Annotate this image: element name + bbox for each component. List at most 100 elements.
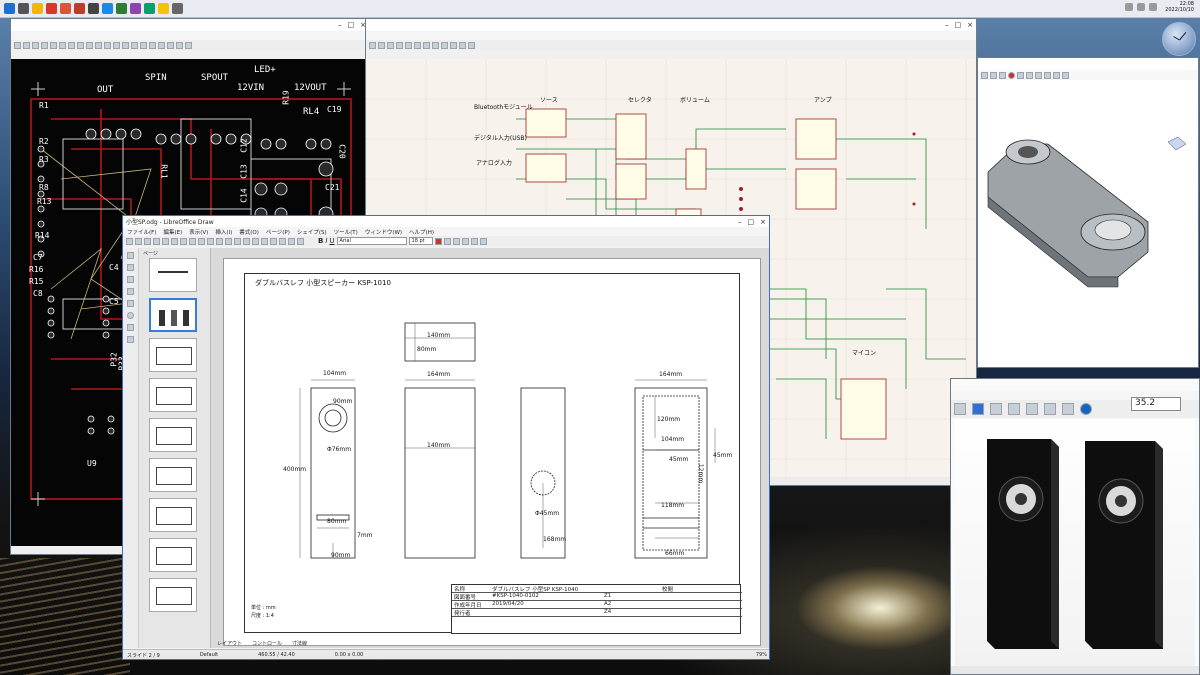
slide-thumbnail[interactable] (149, 578, 197, 612)
bold-icon[interactable]: B (318, 237, 323, 245)
tool-icon[interactable] (432, 41, 439, 49)
back-icon[interactable] (1062, 403, 1074, 415)
close-icon[interactable]: × (760, 218, 766, 226)
network-icon[interactable] (1125, 3, 1134, 11)
slide-thumbnail[interactable] (149, 458, 197, 492)
tool-icon[interactable] (131, 41, 138, 49)
info-icon[interactable] (1080, 403, 1092, 415)
explorer-icon[interactable] (32, 3, 43, 14)
tool-icon[interactable] (468, 41, 475, 49)
tool-icon[interactable] (23, 41, 30, 49)
tool-icon[interactable] (414, 41, 421, 49)
app-icon[interactable] (130, 3, 141, 14)
app-icon[interactable] (88, 3, 99, 14)
app-icon[interactable] (158, 3, 169, 14)
search-icon[interactable] (18, 3, 29, 14)
align-right-icon[interactable] (461, 237, 469, 245)
print-icon[interactable] (162, 237, 169, 245)
draw-titlebar[interactable]: 小型SP.odg - LibreOffice Draw – □ × (123, 216, 769, 227)
spacing-icon[interactable] (479, 237, 487, 245)
chart-icon[interactable] (288, 237, 295, 245)
export-icon[interactable] (153, 237, 160, 245)
tool-icon[interactable] (1044, 71, 1051, 79)
open-icon[interactable] (954, 403, 966, 415)
tool-icon[interactable] (999, 71, 1006, 79)
minimize-icon[interactable]: – (738, 218, 742, 226)
align-icon[interactable] (261, 237, 268, 245)
new-icon[interactable] (126, 237, 133, 245)
tool-icon[interactable] (149, 41, 156, 49)
paste-icon[interactable] (1044, 403, 1056, 415)
tool-icon[interactable] (450, 41, 457, 49)
app-icon[interactable] (74, 3, 85, 14)
maximize-icon[interactable]: □ (748, 218, 755, 226)
text-icon[interactable] (127, 276, 134, 283)
curve-icon[interactable] (127, 324, 134, 331)
tool-icon[interactable] (122, 41, 129, 49)
undo-icon[interactable] (198, 237, 205, 245)
pcb-titlebar[interactable]: – □ × (11, 19, 369, 31)
connector-icon[interactable] (127, 336, 134, 343)
grid-icon[interactable] (216, 237, 223, 245)
tool-icon[interactable] (1062, 71, 1069, 79)
tool-icon[interactable] (185, 41, 192, 49)
tool-icon[interactable] (369, 41, 376, 49)
cad-3d-model[interactable] (978, 82, 1199, 302)
line-icon[interactable] (243, 237, 250, 245)
cad-titlebar[interactable] (978, 58, 1198, 70)
slide-thumbnail[interactable] (149, 338, 197, 372)
maximize-icon[interactable]: □ (348, 21, 355, 29)
tool-icon[interactable] (423, 41, 430, 49)
menu-page[interactable]: ページ(P) (266, 228, 290, 236)
menu-insert[interactable]: 挿入(I) (215, 228, 232, 236)
tool-icon[interactable] (441, 41, 448, 49)
font-size-box[interactable]: 18 pt (408, 237, 433, 245)
delete-icon[interactable] (1008, 403, 1020, 415)
menu-view[interactable]: 表示(V) (189, 228, 208, 236)
open-icon[interactable] (135, 237, 142, 245)
tool-icon[interactable] (68, 41, 75, 49)
tool-icon[interactable] (378, 41, 385, 49)
italic-icon[interactable]: I (325, 237, 327, 245)
tool-icon[interactable] (1053, 71, 1060, 79)
close-icon[interactable]: × (967, 21, 973, 29)
tool-icon[interactable] (95, 41, 102, 49)
slide-thumbnail[interactable] (149, 538, 197, 572)
slide-thumbnail-selected[interactable] (149, 298, 197, 332)
record-icon[interactable] (1008, 71, 1015, 79)
menu-file[interactable]: ファイル(F) (127, 228, 156, 236)
minimize-icon[interactable]: – (945, 21, 949, 29)
slide-thumbnail[interactable] (149, 378, 197, 412)
tab-layout[interactable]: レイアウト (217, 640, 242, 649)
cut-icon[interactable] (171, 237, 178, 245)
menu-help[interactable]: ヘルプ(H) (409, 228, 434, 236)
print-icon[interactable] (990, 403, 1002, 415)
tool-icon[interactable] (158, 41, 165, 49)
slide-thumbnail[interactable] (149, 258, 197, 292)
ime-icon[interactable] (1149, 3, 1158, 11)
tool-icon[interactable] (981, 71, 988, 79)
viewer-titlebar[interactable] (951, 379, 1199, 391)
align-left-icon[interactable] (443, 237, 451, 245)
menu-edit[interactable]: 編集(E) (163, 228, 182, 236)
font-color-icon[interactable] (434, 237, 442, 245)
shape-icon[interactable] (252, 237, 259, 245)
copy-icon[interactable] (1026, 403, 1038, 415)
select-icon[interactable] (127, 252, 134, 259)
tool-icon[interactable] (459, 41, 466, 49)
line-icon[interactable] (127, 288, 134, 295)
slide-thumbnail[interactable] (149, 498, 197, 532)
minimize-icon[interactable]: – (338, 21, 342, 29)
font-name-box[interactable]: Arial (336, 237, 407, 245)
drawing-canvas[interactable]: ダブルバスレフ 小型スピーカー KSP-1010 104mm 90mm Φ76m… (211, 248, 769, 648)
chrome-icon[interactable] (46, 3, 57, 14)
app-icon[interactable] (172, 3, 183, 14)
tool-icon[interactable] (50, 41, 57, 49)
app-icon[interactable] (60, 3, 71, 14)
align-center-icon[interactable] (452, 237, 460, 245)
arrange-icon[interactable] (270, 237, 277, 245)
menu-tools[interactable]: ツール(T) (334, 228, 358, 236)
redo-icon[interactable] (207, 237, 214, 245)
tool-icon[interactable] (1017, 71, 1024, 79)
underline-icon[interactable]: U (329, 237, 334, 245)
